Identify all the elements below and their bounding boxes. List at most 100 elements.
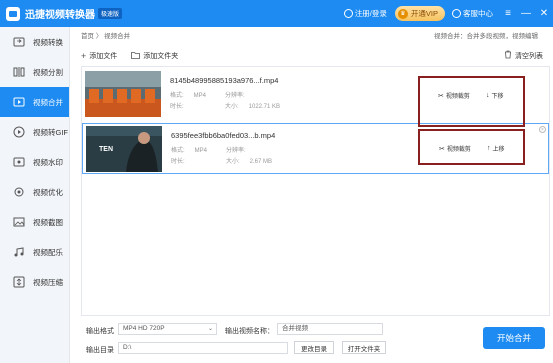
file-name: 8145b48995885193a976...f.mp4 (170, 76, 279, 85)
support-link[interactable]: 客服中心 (452, 8, 493, 19)
output-dir-value: D:\ (123, 344, 132, 351)
login-link[interactable]: 注册/登录 (343, 8, 387, 19)
close-icon: ✕ (539, 8, 549, 19)
sidebar-item-label: 视频分割 (33, 67, 63, 77)
screenshot-icon (12, 216, 25, 229)
breadcrumb-home[interactable]: 首页 (81, 33, 94, 40)
size-info: 大小: 1022.71 KB (225, 101, 280, 110)
crop-video-label: 视频裁剪 (446, 147, 471, 153)
resolution-info: 分辨率: (226, 145, 256, 154)
sidebar-item-label: 视频水印 (33, 157, 63, 167)
breadcrumb-current: 视频合并 (104, 33, 131, 40)
merge-description: 视频合并：合并多段视频，视频编辑 (434, 33, 538, 40)
sidebar-item-label: 视频转换 (33, 37, 63, 47)
clear-list-label: 清空列表 (515, 52, 543, 60)
video-thumbnail (85, 71, 161, 117)
sidebar-item-label: 视频截图 (33, 217, 63, 227)
sidebar-item-label: 视频合并 (33, 97, 63, 107)
video-convert-icon (12, 36, 25, 49)
sidebar-item-screenshot[interactable]: 视频截图 (0, 207, 69, 237)
resolution-label: 分辨率: (226, 148, 246, 154)
move-down-label: 下移 (491, 94, 504, 100)
minimize-button[interactable]: — (517, 0, 535, 27)
arrow-up-icon: ↑ (487, 145, 491, 152)
plus-icon: + (81, 51, 87, 61)
size-label: 大小: (226, 159, 240, 165)
sidebar-item-label: 视频压缩 (33, 277, 63, 287)
video-thumbnail: TEN (86, 126, 162, 172)
size-value: 1022.71 KB (248, 104, 281, 110)
clear-list-button[interactable]: 清空列表 (504, 50, 543, 61)
crop-video-button[interactable]: ✂ 视频裁剪 (439, 144, 471, 154)
sidebar: 视频转换 视频分割 视频合并 视频转GIF 视频水印 视频优化 视频截图 视频配… (0, 27, 70, 363)
sidebar-item-gif[interactable]: 视频转GIF (0, 117, 69, 147)
arrow-down-icon: ↓ (486, 92, 490, 99)
sidebar-item-compress[interactable]: 视频压缩 (0, 267, 69, 297)
video-split-icon (12, 66, 25, 79)
output-format-label: 输出格式 (86, 328, 114, 335)
crop-video-button[interactable]: ✂ 视频裁剪 (438, 91, 470, 101)
add-file-button[interactable]: + 添加文件 (81, 51, 117, 61)
format-label: 格式: (171, 148, 185, 154)
format-info: 格式: MP4 (171, 145, 207, 154)
size-value: 2.67 MB (249, 159, 273, 165)
duration-info: 时长: (170, 101, 194, 110)
menu-icon: ≡ (505, 8, 511, 19)
format-value: MP4 (193, 93, 207, 99)
output-format-select[interactable]: MP4 HD 720P ⌄ (118, 323, 217, 335)
app-title: 迅捷视频转换器 (25, 10, 95, 21)
minimize-icon: — (521, 8, 531, 19)
file-row[interactable]: 8145b48995885193a976...f.mp4 格式: MP4 分辨率:… (82, 69, 549, 120)
music-icon (12, 246, 25, 259)
breadcrumb: 首页 〉 视频合并 (81, 30, 130, 40)
sidebar-item-watermark[interactable]: 视频水印 (0, 147, 69, 177)
output-dir-label: 输出目录 (86, 347, 114, 354)
format-info: 格式: MP4 (170, 90, 206, 99)
title-bar: 迅捷视频转换器 极速版 注册/登录 ♛ 开通VIP 客服中心 ≡ — ✕ (0, 0, 553, 27)
menu-button[interactable]: ≡ (499, 0, 517, 27)
close-button[interactable]: ✕ (535, 0, 553, 27)
sidebar-item-label: 视频优化 (33, 187, 63, 197)
output-name-input[interactable]: 合并视频 (277, 323, 383, 335)
add-file-label: 添加文件 (89, 53, 118, 60)
sidebar-item-video-split[interactable]: 视频分割 (0, 57, 69, 87)
folder-icon (131, 51, 141, 61)
resolution-label: 分辨率: (225, 93, 245, 99)
file-row[interactable]: TEN 6395fee3fbb6ba0fed03...b.mp4 格式: MP4 … (82, 123, 549, 174)
open-folder-button[interactable]: 打开文件夹 (342, 341, 386, 354)
duration-label: 时长: (170, 104, 184, 110)
crown-icon: ♛ (397, 8, 408, 19)
move-up-button[interactable]: ↑ 上移 (487, 144, 505, 153)
output-format-value: MP4 HD 720P (123, 325, 165, 332)
headset-icon (452, 9, 461, 18)
file-list: 8145b48995885193a976...f.mp4 格式: MP4 分辨率:… (81, 66, 550, 316)
scissors-icon: ✂ (439, 145, 445, 153)
output-dir-input[interactable]: D:\ (118, 342, 288, 354)
duration-label: 时长: (171, 159, 185, 165)
add-folder-button[interactable]: 添加文件夹 (131, 51, 178, 61)
chevron-down-icon: ⌄ (207, 326, 213, 332)
format-label: 格式: (170, 93, 184, 99)
support-label: 客服中心 (463, 9, 493, 18)
sidebar-item-music[interactable]: 视频配乐 (0, 237, 69, 267)
size-info: 大小: 2.67 MB (226, 156, 272, 165)
compress-icon (12, 276, 25, 289)
file-name: 6395fee3fbb6ba0fed03...b.mp4 (171, 131, 276, 140)
format-value: MP4 (194, 148, 208, 154)
crop-video-label: 视频裁剪 (445, 94, 470, 100)
duration-info: 时长: (171, 156, 195, 165)
breadcrumb-separator: 〉 (95, 33, 103, 40)
gif-icon (12, 126, 25, 139)
change-dir-button[interactable]: 更改目录 (294, 341, 334, 354)
move-up-label: 上移 (492, 147, 505, 153)
size-label: 大小: (225, 104, 239, 110)
sidebar-item-optimize[interactable]: 视频优化 (0, 177, 69, 207)
sidebar-item-video-merge[interactable]: 视频合并 (0, 87, 69, 117)
start-merge-button[interactable]: 开始合并 (483, 327, 545, 349)
sidebar-item-video-convert[interactable]: 视频转换 (0, 27, 69, 57)
app-logo-icon (6, 6, 20, 21)
open-folder-label: 打开文件夹 (347, 345, 381, 353)
vip-button[interactable]: ♛ 开通VIP (394, 6, 445, 21)
remove-file-icon[interactable]: × (539, 126, 546, 133)
move-down-button[interactable]: ↓ 下移 (486, 91, 504, 100)
